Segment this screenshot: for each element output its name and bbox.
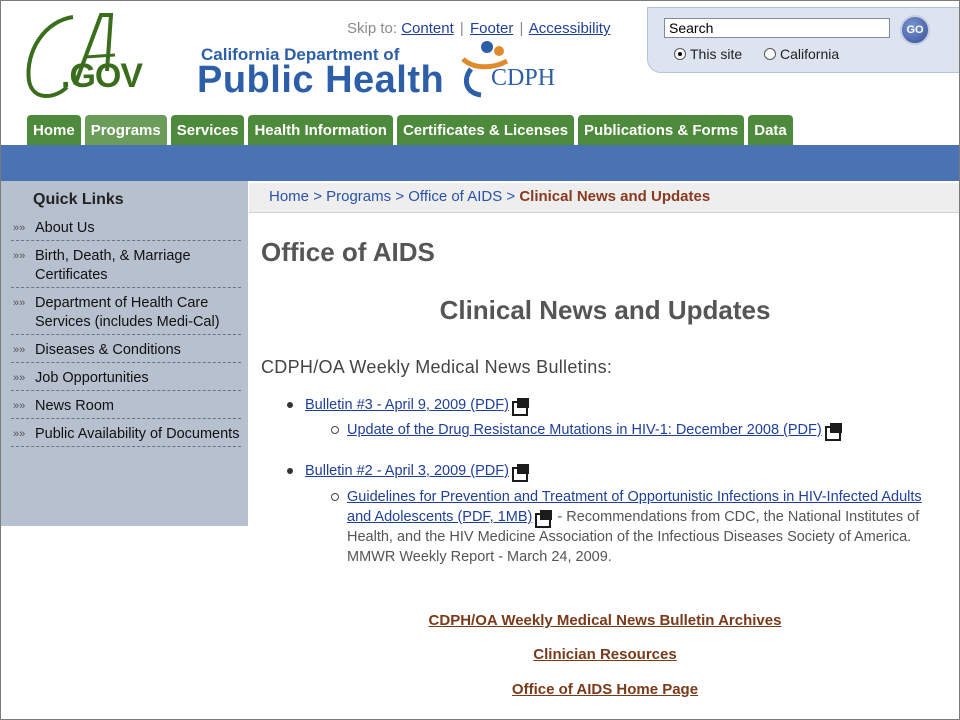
clinician-resources-link[interactable]: Clinician Resources bbox=[533, 646, 676, 663]
breadcrumb: Home > Programs > Office of AIDS > Clini… bbox=[249, 183, 959, 213]
radio-this-site[interactable]: This site bbox=[674, 46, 742, 62]
quick-link-label: Birth, Death, & Marriage Certificates bbox=[35, 248, 191, 283]
skip-links: Skip to: Content | Footer | Accessibilit… bbox=[347, 20, 610, 37]
list-item: Guidelines for Prevention and Treatment … bbox=[331, 487, 945, 567]
tab-publications-forms[interactable]: Publications & Forms bbox=[578, 115, 745, 145]
tab-programs[interactable]: Programs bbox=[84, 115, 167, 145]
skip-label: Skip to: bbox=[347, 20, 398, 37]
bulletin-3-link[interactable]: Bulletin #3 - April 9, 2009 (PDF) bbox=[305, 397, 509, 413]
breadcrumb-programs[interactable]: Programs bbox=[326, 188, 391, 205]
breadcrumb-current: Clinical News and Updates bbox=[519, 188, 711, 205]
double-arrow-icon: »» bbox=[13, 250, 26, 262]
dept-name-line2[interactable]: Public Health bbox=[197, 59, 444, 102]
radio-checked-icon[interactable] bbox=[674, 48, 686, 60]
page-title: Clinical News and Updates bbox=[439, 295, 771, 325]
quick-links-list: »» About Us »» Birth, Death, & Marriage … bbox=[11, 219, 241, 453]
sidebar-curve bbox=[1, 471, 248, 521]
bulletin-2-link[interactable]: Bulletin #2 - April 3, 2009 (PDF) bbox=[305, 463, 509, 479]
nav-sub-bar bbox=[1, 145, 959, 181]
skip-content-link[interactable]: Content bbox=[401, 20, 454, 37]
new-window-icon[interactable] bbox=[824, 423, 843, 442]
double-arrow-icon: »» bbox=[13, 297, 26, 309]
double-arrow-icon: »» bbox=[13, 344, 26, 356]
cdph-logo-text: CDPH bbox=[491, 65, 556, 91]
ca-gov-text: .GOV bbox=[61, 57, 143, 95]
home-link-row: Office of AIDS Home Page bbox=[249, 681, 959, 698]
tab-services[interactable]: Services bbox=[170, 115, 245, 145]
list-item: Update of the Drug Resistance Mutations … bbox=[331, 420, 931, 442]
site-header: .GOV California Department of Public Hea… bbox=[1, 1, 959, 113]
archives-link[interactable]: CDPH/OA Weekly Medical News Bulletin Arc… bbox=[429, 612, 782, 629]
list-item: Bulletin #3 - April 9, 2009 (PDF) bbox=[287, 397, 530, 416]
clinician-link-row: Clinician Resources bbox=[249, 646, 959, 663]
tab-certificates-licenses[interactable]: Certificates & Licenses bbox=[396, 115, 575, 145]
radio-california-label: California bbox=[780, 46, 840, 62]
quick-link-label: News Room bbox=[35, 398, 114, 414]
quick-link-label: Department of Health Care Services (incl… bbox=[35, 295, 220, 330]
archives-link-row: CDPH/OA Weekly Medical News Bulletin Arc… bbox=[249, 612, 959, 629]
bulletins-heading: CDPH/OA Weekly Medical News Bulletins: bbox=[261, 357, 613, 377]
breadcrumb-separator: > bbox=[313, 188, 322, 205]
bullet-circle-icon bbox=[331, 493, 339, 502]
search-input[interactable] bbox=[664, 18, 890, 38]
bullet-circle-icon bbox=[331, 426, 339, 435]
quick-link-label: Public Availability of Documents bbox=[35, 426, 240, 442]
bullet-icon bbox=[287, 402, 293, 408]
new-window-icon[interactable] bbox=[511, 398, 530, 416]
quick-link-label: Diseases & Conditions bbox=[35, 342, 181, 358]
browser-page: .GOV California Department of Public Hea… bbox=[0, 0, 960, 720]
quick-link-dhcs[interactable]: »» Department of Health Care Services (i… bbox=[11, 294, 241, 335]
quick-link-certificates[interactable]: »» Birth, Death, & Marriage Certificates bbox=[11, 247, 241, 288]
tab-data[interactable]: Data bbox=[748, 115, 793, 145]
tab-health-information[interactable]: Health Information bbox=[248, 115, 393, 145]
quick-link-jobs[interactable]: »» Job Opportunities bbox=[11, 369, 241, 391]
quick-link-news-room[interactable]: »» News Room bbox=[11, 397, 241, 419]
breadcrumb-home[interactable]: Home bbox=[269, 188, 309, 205]
office-title: Office of AIDS bbox=[261, 237, 435, 267]
list-item: Bulletin #2 - April 3, 2009 (PDF) bbox=[287, 463, 530, 482]
breadcrumb-separator: > bbox=[395, 188, 405, 205]
double-arrow-icon: »» bbox=[13, 222, 26, 234]
separator: | bbox=[519, 20, 524, 37]
skip-accessibility-link[interactable]: Accessibility bbox=[529, 20, 611, 37]
double-arrow-icon: »» bbox=[13, 428, 26, 440]
radio-unchecked-icon[interactable] bbox=[764, 48, 776, 60]
search-go-button[interactable]: GO bbox=[900, 15, 930, 45]
drug-resistance-link[interactable]: Update of the Drug Resistance Mutations … bbox=[347, 422, 822, 438]
quick-link-diseases[interactable]: »» Diseases & Conditions bbox=[11, 341, 241, 363]
skip-footer-link[interactable]: Footer bbox=[470, 20, 513, 37]
quick-link-public-documents[interactable]: »» Public Availability of Documents bbox=[11, 425, 241, 447]
search-panel: GO This site California bbox=[647, 7, 959, 73]
separator: | bbox=[459, 20, 464, 37]
radio-california[interactable]: California bbox=[764, 46, 839, 62]
new-window-icon[interactable] bbox=[511, 464, 530, 482]
main-nav-tabs: Home Programs Services Health Informatio… bbox=[27, 115, 793, 145]
double-arrow-icon: »» bbox=[13, 400, 26, 412]
quick-link-about-us[interactable]: »» About Us bbox=[11, 219, 241, 241]
new-window-icon[interactable] bbox=[535, 510, 553, 529]
breadcrumb-separator: > bbox=[506, 188, 516, 205]
quick-links-title: Quick Links bbox=[33, 191, 124, 208]
office-home-link[interactable]: Office of AIDS Home Page bbox=[512, 681, 698, 698]
quick-link-label: Job Opportunities bbox=[35, 370, 149, 386]
double-arrow-icon: »» bbox=[13, 372, 26, 384]
radio-this-site-label: This site bbox=[690, 46, 743, 62]
quick-link-label: About Us bbox=[35, 220, 95, 236]
tab-home[interactable]: Home bbox=[27, 115, 81, 145]
bullet-icon bbox=[287, 468, 293, 474]
breadcrumb-office[interactable]: Office of AIDS bbox=[408, 188, 502, 205]
